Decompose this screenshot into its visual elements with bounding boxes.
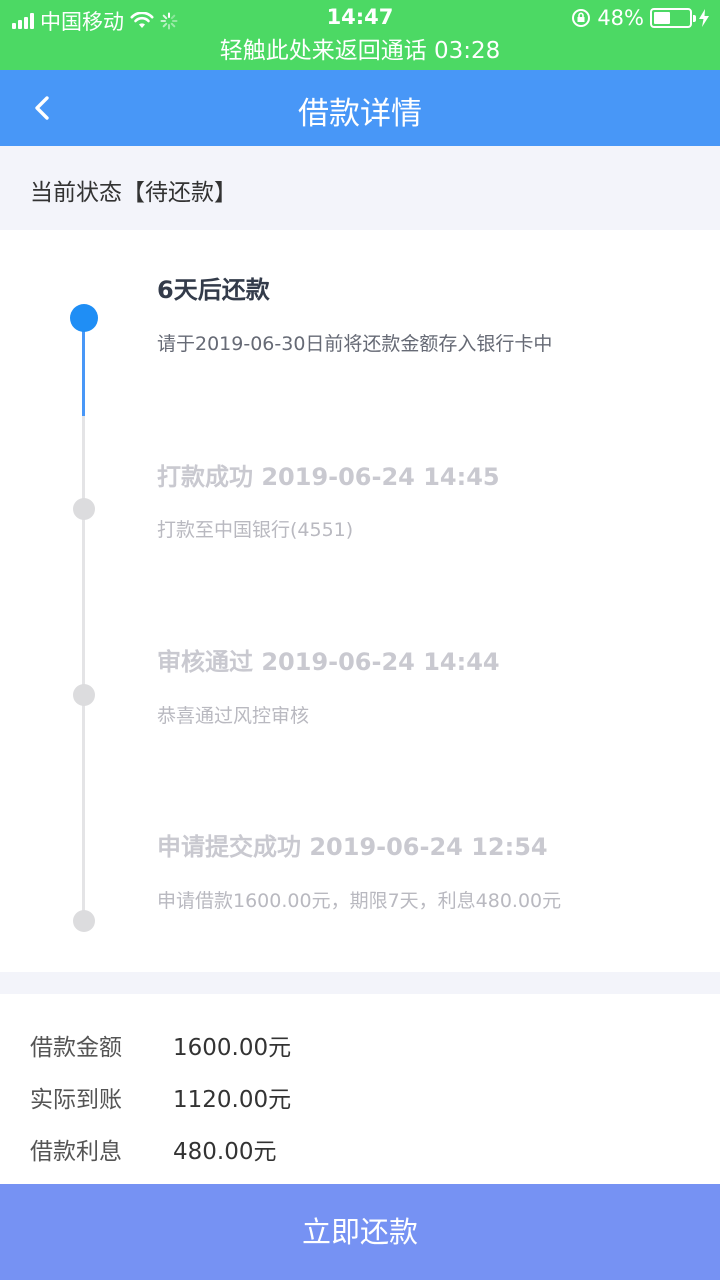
timeline-dot xyxy=(73,910,95,932)
timeline-dot-active xyxy=(70,304,98,332)
timeline-dot xyxy=(73,684,95,706)
rotation-lock-icon xyxy=(572,9,591,27)
step-title-submitted: 申请提交成功 2019-06-24 12:54 xyxy=(157,833,548,861)
step-desc-repayment: 请于2019-06-30日前将还款金额存入银行卡中 xyxy=(157,333,553,355)
step-title-repayment: 6天后还款 xyxy=(157,276,270,304)
current-status-text: 当前状态【待还款】 xyxy=(30,180,237,206)
battery-fill xyxy=(654,12,671,24)
info-value: 1120.00元 xyxy=(173,1087,292,1113)
return-to-call-banner[interactable]: 轻触此处来返回通话 03:28 xyxy=(0,36,720,70)
info-row-interest: 借款利息 480.00元 xyxy=(0,1132,720,1172)
info-row-amount: 借款金额 1600.00元 xyxy=(0,1028,720,1068)
loan-info-section: 借款金额 1600.00元 实际到账 1120.00元 借款利息 480.00元 xyxy=(0,994,720,1184)
info-label: 借款利息 xyxy=(30,1139,122,1165)
step-title-disbursed: 打款成功 2019-06-24 14:45 xyxy=(157,463,500,491)
step-title-approved: 审核通过 2019-06-24 14:44 xyxy=(157,648,500,676)
battery-icon xyxy=(650,8,696,28)
section-divider xyxy=(0,972,720,994)
repay-now-button[interactable]: 立即还款 xyxy=(0,1184,720,1280)
timeline-dot xyxy=(73,498,95,520)
step-desc-disbursed: 打款至中国银行(4551) xyxy=(157,519,354,541)
status-right: 48% xyxy=(571,6,710,30)
step-desc-approved: 恭喜通过风控审核 xyxy=(157,705,310,727)
nav-bar: 借款详情 xyxy=(0,70,720,146)
timeline-progress xyxy=(82,318,85,416)
info-label: 借款金额 xyxy=(30,1035,122,1061)
status-bar: 中国移动 14:47 48% xyxy=(0,0,720,36)
page-title: 借款详情 xyxy=(298,96,422,132)
battery-percent: 48% xyxy=(597,6,644,30)
step-desc-submitted: 申请借款1600.00元，期限7天，利息480.00元 xyxy=(157,890,562,912)
info-label: 实际到账 xyxy=(30,1087,122,1113)
info-row-received: 实际到账 1120.00元 xyxy=(0,1080,720,1120)
current-status-row: 当前状态【待还款】 xyxy=(0,146,720,230)
info-value: 1600.00元 xyxy=(173,1035,292,1061)
charging-bolt-icon xyxy=(699,9,709,27)
info-value: 480.00元 xyxy=(173,1139,277,1165)
